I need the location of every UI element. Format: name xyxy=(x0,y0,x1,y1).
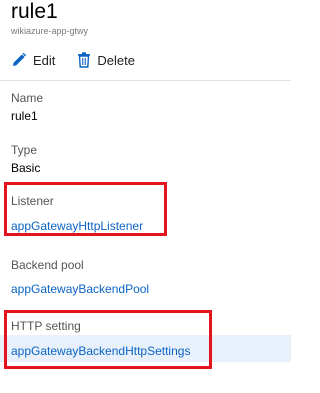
backend-pool-label: Backend pool xyxy=(11,258,84,272)
type-label: Type xyxy=(11,143,38,157)
http-setting-highlight-box xyxy=(4,310,212,369)
listener-highlight-box xyxy=(4,182,167,236)
toolbar: Edit Delete xyxy=(11,50,135,70)
page-subtitle: wikiazure-app-gtwy xyxy=(11,26,89,36)
divider xyxy=(0,80,291,81)
edit-button[interactable]: Edit xyxy=(11,52,55,68)
type-value: Basic xyxy=(11,161,41,175)
backend-pool-link[interactable]: appGatewayBackendPool xyxy=(11,281,149,297)
pencil-icon xyxy=(11,52,27,68)
rule-details-panel: rule1 wikiazure-app-gtwy Edit Delete Nam… xyxy=(0,0,303,393)
page-title: rule1 xyxy=(11,0,58,23)
edit-label: Edit xyxy=(33,52,56,68)
trash-icon xyxy=(77,52,91,68)
name-value: rule1 xyxy=(11,109,38,123)
delete-label: Delete xyxy=(97,52,135,68)
delete-button[interactable]: Delete xyxy=(77,52,135,68)
name-label: Name xyxy=(11,91,44,105)
